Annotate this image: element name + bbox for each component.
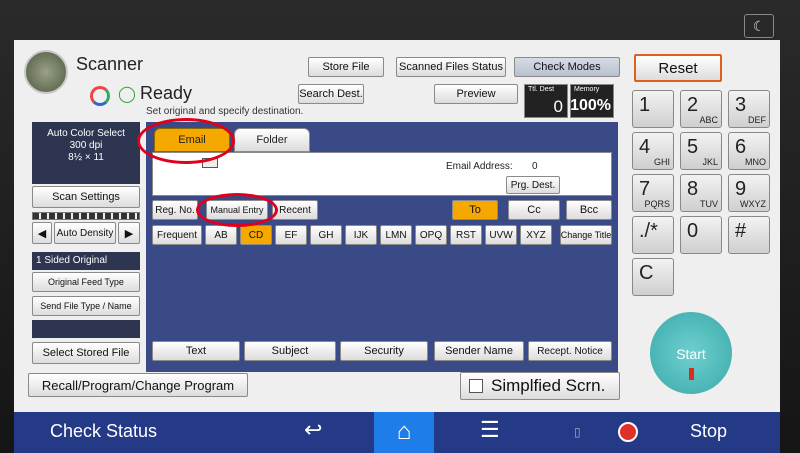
system-navbar: Check Status ↩ ⌂ ☰ ▯ Stop xyxy=(14,412,780,453)
key-hash[interactable]: # xyxy=(728,216,770,254)
simplified-screen-button[interactable]: Simplfied Scrn. xyxy=(460,372,620,400)
send-file-type-button[interactable]: Send File Type / Name xyxy=(32,296,140,316)
email-count: 0 xyxy=(532,161,538,172)
check-status-button[interactable]: Check Status xyxy=(50,421,157,442)
index-uvw[interactable]: UVW xyxy=(485,225,517,245)
check-modes-button[interactable]: Check Modes xyxy=(514,57,620,77)
simplified-screen-label: Simplfied Scrn. xyxy=(491,376,606,395)
menu-icon[interactable]: ☰ xyxy=(480,417,500,443)
tab-folder[interactable]: Folder xyxy=(234,128,310,152)
key-1[interactable]: 1 xyxy=(632,90,674,128)
sided-original-label[interactable]: 1 Sided Original xyxy=(32,252,140,270)
density-increase-button[interactable]: ▶ xyxy=(118,222,140,244)
back-icon[interactable]: ↩ xyxy=(304,417,322,443)
key-dot-star[interactable]: ./* xyxy=(632,216,674,254)
key-4[interactable]: 4 GHI xyxy=(632,132,674,170)
color-mode-label: Auto Color Select xyxy=(47,128,125,139)
stop-button[interactable]: Stop xyxy=(690,421,727,442)
key-2[interactable]: 2 ABC xyxy=(680,90,722,128)
recall-program-button[interactable]: Recall/Program/Change Program xyxy=(28,373,248,397)
instruction-text: Set original and specify destination. xyxy=(146,106,304,117)
scanner-logo-icon xyxy=(24,50,68,94)
tab-folder-label: Folder xyxy=(256,134,288,146)
reset-button[interactable]: Reset xyxy=(634,54,722,82)
clear-key[interactable]: C xyxy=(632,258,674,296)
total-dest-value: 0 xyxy=(553,97,563,116)
original-feed-type-button[interactable]: Original Feed Type xyxy=(32,272,140,292)
preview-button[interactable]: Preview xyxy=(434,84,518,104)
sender-name-button[interactable]: Sender Name xyxy=(434,341,524,361)
search-dest-button[interactable]: Search Dest. xyxy=(298,84,364,104)
text-button[interactable]: Text xyxy=(152,341,240,361)
start-button[interactable]: Start xyxy=(650,312,732,394)
cc-button[interactable]: Cc xyxy=(508,200,560,220)
index-xyz[interactable]: XYZ xyxy=(520,225,552,245)
index-lmn[interactable]: LMN xyxy=(380,225,412,245)
scanned-files-status-button[interactable]: Scanned Files Status xyxy=(396,57,506,77)
app-title: Scanner xyxy=(76,54,144,74)
start-label: Start xyxy=(676,346,706,362)
key-6[interactable]: 6 MNO xyxy=(728,132,770,170)
highlight-email-tab xyxy=(137,118,235,164)
total-dest-counter: Ttl. Dest 0 xyxy=(524,84,568,118)
key-5[interactable]: 5 JKL xyxy=(680,132,722,170)
density-decrease-button[interactable]: ◀ xyxy=(32,222,52,244)
index-gh[interactable]: GH xyxy=(310,225,342,245)
recept-notice-button[interactable]: Recept. Notice xyxy=(528,341,612,361)
scan-settings-button[interactable]: Scan Settings xyxy=(32,186,140,208)
index-opq[interactable]: OPQ xyxy=(415,225,447,245)
index-frequent[interactable]: Frequent xyxy=(152,225,202,245)
refresh-icon xyxy=(90,86,110,106)
to-button[interactable]: To xyxy=(452,200,498,220)
home-icon[interactable]: ⌂ xyxy=(374,412,434,453)
screen: Scanner ◯ Ready Set original and specify… xyxy=(14,40,780,453)
left-spacer xyxy=(32,320,140,338)
memory-indicator: Memory 100% xyxy=(570,84,614,118)
stop-icon[interactable] xyxy=(618,422,638,442)
key-7[interactable]: 7 PQRS xyxy=(632,174,674,212)
prg-dest-button[interactable]: Prg. Dest. xyxy=(506,176,560,194)
auto-density-button[interactable]: Auto Density xyxy=(54,222,116,244)
subject-button[interactable]: Subject xyxy=(244,341,336,361)
index-ijk[interactable]: IJK xyxy=(345,225,377,245)
index-rst[interactable]: RST xyxy=(450,225,482,245)
scan-settings-panel: Auto Color Select 300 dpi 8½ × 11 xyxy=(32,122,140,184)
notification-icon: ▯ xyxy=(574,425,581,439)
store-file-button[interactable]: Store File xyxy=(308,57,384,77)
memory-label: Memory xyxy=(574,86,600,93)
security-button[interactable]: Security xyxy=(340,341,428,361)
change-title-button[interactable]: Change Title xyxy=(560,225,612,245)
reg-no-button[interactable]: Reg. No. xyxy=(152,200,198,220)
paper-size-label: 8½ × 11 xyxy=(68,152,104,163)
status-ready-icon: ◯ xyxy=(118,86,136,103)
key-8[interactable]: 8 TUV xyxy=(680,174,722,212)
bcc-button[interactable]: Bcc xyxy=(566,200,612,220)
total-dest-label: Ttl. Dest xyxy=(528,86,555,93)
select-stored-file-button[interactable]: Select Stored File xyxy=(32,342,140,364)
memory-value: 100% xyxy=(570,97,611,114)
energy-saver-icon[interactable]: ☾ xyxy=(744,14,774,38)
index-ab[interactable]: AB xyxy=(205,225,237,245)
status-ready: Ready xyxy=(140,83,193,103)
key-0[interactable]: 0 xyxy=(680,216,722,254)
start-indicator xyxy=(688,368,694,380)
email-address-label: Email Address: xyxy=(446,161,513,172)
resolution-label: 300 dpi xyxy=(69,140,103,151)
highlight-manual-entry xyxy=(196,193,278,227)
key-3[interactable]: 3 DEF xyxy=(728,90,770,128)
index-ef[interactable]: EF xyxy=(275,225,307,245)
destination-list xyxy=(152,250,612,334)
simplified-checkbox xyxy=(469,379,483,393)
key-9[interactable]: 9 WXYZ xyxy=(728,174,770,212)
index-cd[interactable]: CD xyxy=(240,225,272,245)
recent-button[interactable]: Recent xyxy=(272,200,318,220)
density-slider[interactable] xyxy=(32,212,140,220)
